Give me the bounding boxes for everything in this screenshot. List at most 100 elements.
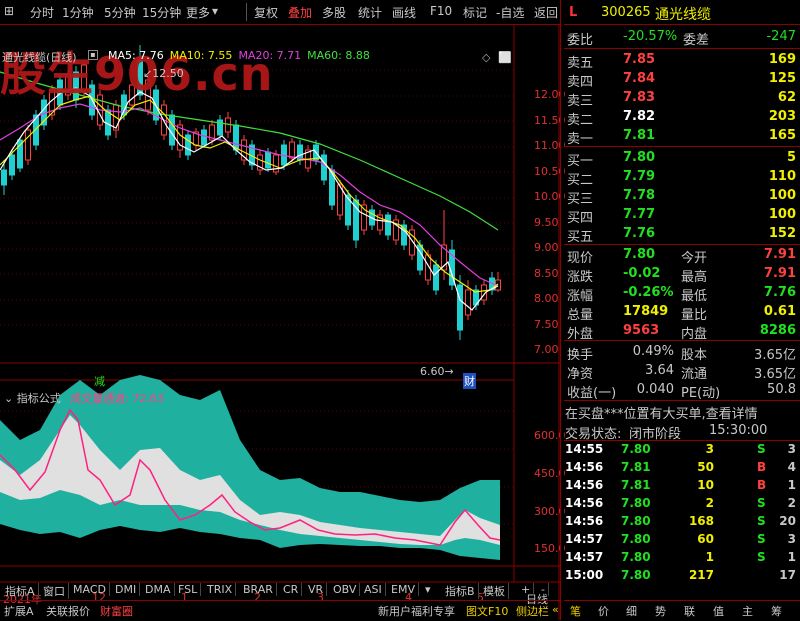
tick-row[interactable]: 14:56 7.81 10 B 1 xyxy=(563,477,800,495)
tick-row[interactable]: 14:56 7.80 2 S 2 xyxy=(563,495,800,513)
stat-row[interactable]: 涨跌 -0.02 最高 7.91 xyxy=(563,264,800,285)
tab-more[interactable]: 更多 xyxy=(186,4,210,21)
ask-price: 7.81 xyxy=(623,128,656,143)
tick-row[interactable]: 14:57 7.80 60 S 3 xyxy=(563,531,800,549)
divider xyxy=(563,48,800,49)
indicator-dropdown-icon[interactable]: ⌄ xyxy=(4,392,13,405)
indicator-formula-label[interactable]: 指标公式 xyxy=(17,392,61,405)
zoom-out-button[interactable]: - xyxy=(538,583,549,596)
btn-new-user[interactable]: 新用户福利专享 xyxy=(378,603,455,619)
tab-fsl[interactable]: FSL xyxy=(175,583,202,596)
tab-dmi[interactable]: DMI xyxy=(112,583,141,596)
notice-text[interactable]: 在买盘***位置有大买单,查看详情 xyxy=(565,403,758,422)
bid-row[interactable]: 买三 7.78 100 xyxy=(563,186,800,207)
diamond-icon[interactable]: ◇ xyxy=(482,51,490,64)
btn-related-quote[interactable]: 关联报价 xyxy=(46,603,90,619)
btn-watchlist[interactable]: -自选 xyxy=(496,4,524,21)
bid-row[interactable]: 买二 7.79 110 xyxy=(563,167,800,188)
tab-15min[interactable]: 15分钟 xyxy=(142,4,181,21)
tab-asi[interactable]: ASI xyxy=(361,583,386,596)
info-label: 收益(一) xyxy=(567,386,617,401)
chart-panel[interactable]: 股生906.cn 通光线缆(日线) ▪ MA5: 7.76 MA10: 7.55 M… xyxy=(0,24,566,620)
chart-svg xyxy=(0,24,560,620)
tabs-dropdown-icon[interactable]: ▾ xyxy=(422,583,434,596)
order-ratio-row: 委比 -20.57% 委差 -247 xyxy=(563,27,800,48)
btn-back[interactable]: 返回 xyxy=(534,4,558,21)
tab-indicator-b[interactable]: 指标B xyxy=(442,583,479,599)
tab-macd[interactable]: MACD xyxy=(70,583,110,596)
bid-row[interactable]: 买四 7.77 100 xyxy=(563,205,800,226)
tick-row[interactable]: 14:56 7.80 168 S 20 xyxy=(563,513,800,531)
low-price-value: 6.60 xyxy=(420,365,445,378)
btn-wealth-circle[interactable]: 财富圈 xyxy=(100,603,133,619)
tab-intraday[interactable]: 分时 xyxy=(30,4,54,21)
stock-name: 通光线缆 xyxy=(655,7,711,23)
btn-mark[interactable]: 标记 xyxy=(463,4,487,21)
btn-f10[interactable]: F10 xyxy=(430,4,452,18)
tick-volume: 10 xyxy=(697,478,714,492)
big-order-notice[interactable]: 在买盘***位置有大买单,查看详情 xyxy=(563,401,800,422)
tick-time: 14:56 xyxy=(565,460,604,474)
stat-row[interactable]: 现价 7.80 今开 7.91 xyxy=(563,245,800,266)
tab-indicator-a[interactable]: 指标A xyxy=(2,583,39,599)
ask-row[interactable]: 卖三 7.83 62 xyxy=(563,88,800,109)
btn-expand-a[interactable]: 扩展A xyxy=(4,603,34,619)
stat-row[interactable]: 外盘 9563 内盘 8286 xyxy=(563,321,800,342)
candle-body xyxy=(433,264,439,291)
btn-f10-graphic[interactable]: 图文F10 xyxy=(466,603,508,619)
more-dropdown-icon[interactable]: ▾ xyxy=(212,4,218,18)
tick-row[interactable]: 14:55 7.80 3 S 3 xyxy=(563,441,800,459)
tick-time: 14:56 xyxy=(565,514,604,528)
mark-finance[interactable]: 财 xyxy=(463,373,476,389)
collapse-icon[interactable]: « xyxy=(552,603,559,616)
tick-count: 4 xyxy=(787,460,796,474)
mark-reduce[interactable]: 减 xyxy=(94,373,105,389)
tab-5min[interactable]: 5分钟 xyxy=(104,4,136,21)
tick-row[interactable]: 14:56 7.81 50 B 4 xyxy=(563,459,800,477)
bid-row[interactable]: 买一 7.80 5 xyxy=(563,148,800,169)
tab-vr[interactable]: VR xyxy=(305,583,328,596)
tab-trix[interactable]: TRIX xyxy=(204,583,237,596)
btn-multi-stock[interactable]: 多股 xyxy=(322,4,346,21)
tab-cr[interactable]: CR xyxy=(280,583,303,596)
tick-row[interactable]: 15:00 7.80 217 17 xyxy=(563,567,800,585)
info-row[interactable]: 净资 3.64 流通 3.65亿 xyxy=(563,361,800,382)
tab-brar[interactable]: BRAR xyxy=(240,583,277,596)
bid-level-label: 买五 xyxy=(567,230,594,245)
btn-sidebar[interactable]: 侧边栏 xyxy=(516,603,549,619)
info-row[interactable]: 收益(一) 0.040 PE(动) 50.8 xyxy=(563,380,800,401)
tab-expand-icon[interactable]: ⊞ xyxy=(4,4,14,18)
ask-row[interactable]: 卖二 7.82 203 xyxy=(563,107,800,128)
stat-row[interactable]: 涨幅 -0.26% 最低 7.76 xyxy=(563,283,800,304)
y-tick: 7.50 xyxy=(534,318,559,331)
tick-row[interactable]: 14:57 7.80 1 S 1 xyxy=(563,549,800,567)
btn-statistics[interactable]: 统计 xyxy=(358,4,382,21)
bid-price: 7.78 xyxy=(623,188,656,203)
bid-row[interactable]: 买五 7.76 152 xyxy=(563,224,800,245)
y-tick: 8.00 xyxy=(534,292,559,305)
tab-obv[interactable]: OBV xyxy=(330,583,361,596)
btn-draw-line[interactable]: 画线 xyxy=(392,4,416,21)
ma10-label: MA10: 7.55 xyxy=(169,49,233,62)
ask-row[interactable]: 卖四 7.84 125 xyxy=(563,69,800,90)
stock-code: 300265 xyxy=(601,5,651,20)
info-row[interactable]: 换手 0.49% 股本 3.65亿 xyxy=(563,342,800,363)
zoom-in-button[interactable]: + xyxy=(518,583,535,596)
tab-dma[interactable]: DMA xyxy=(142,583,175,596)
stat-value: 7.91 xyxy=(763,266,796,281)
expand-icon[interactable]: ⬜ xyxy=(498,51,512,64)
ask-price: 7.83 xyxy=(623,90,656,105)
ask-row[interactable]: 卖一 7.81 165 xyxy=(563,126,800,147)
panel-divider xyxy=(560,0,564,620)
btn-adjust[interactable]: 复权 xyxy=(254,4,278,21)
tab-window[interactable]: 窗口 xyxy=(40,583,69,599)
candle-body xyxy=(457,284,463,331)
btn-overlay[interactable]: 叠加 xyxy=(288,4,312,21)
tick-direction: S xyxy=(757,550,766,564)
chart-settings-icon[interactable]: ▪ xyxy=(88,50,98,60)
tab-template[interactable]: 模板 xyxy=(480,583,509,599)
tab-emv[interactable]: EMV xyxy=(388,583,419,596)
tab-1min[interactable]: 1分钟 xyxy=(62,4,94,21)
ask-row[interactable]: 卖五 7.85 169 xyxy=(563,50,800,71)
stat-row[interactable]: 总量 17849 量比 0.61 xyxy=(563,302,800,323)
